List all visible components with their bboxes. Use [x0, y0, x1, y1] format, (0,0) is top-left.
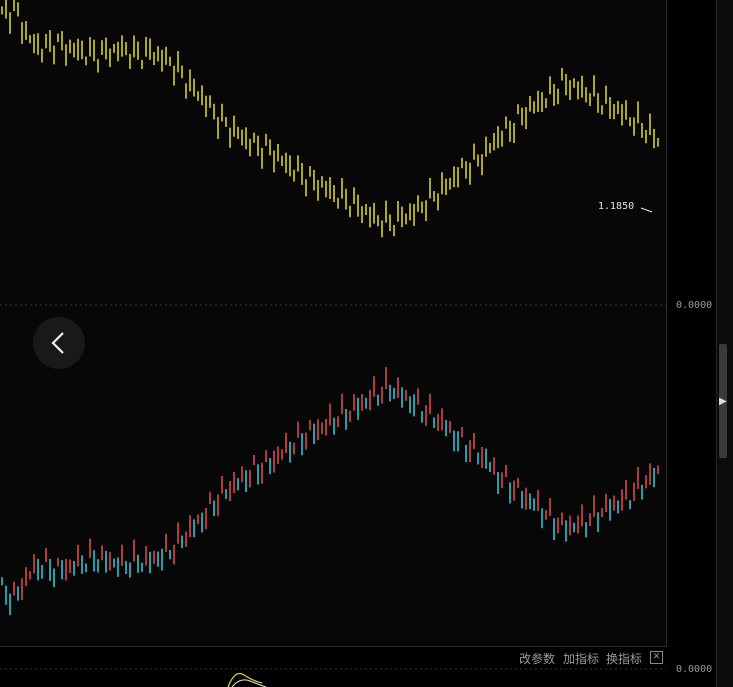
- last-value-marker: [640, 207, 653, 213]
- add-indicator-button[interactable]: 加指标: [563, 650, 599, 667]
- y-axis-zero-label: 0.0000: [676, 300, 713, 311]
- chart-area[interactable]: [0, 0, 667, 647]
- chevron-left-icon: [51, 332, 64, 354]
- back-button[interactable]: [33, 317, 85, 369]
- sub-chart-canvas: [0, 668, 666, 687]
- last-value-label: 1.1850: [598, 201, 635, 212]
- close-indicator-button[interactable]: ✕: [650, 651, 663, 664]
- modify-params-button[interactable]: 改参数: [519, 650, 555, 667]
- switch-indicator-button[interactable]: 换指标: [606, 650, 642, 667]
- chart-canvas: [0, 0, 666, 616]
- sub-y-axis-zero-label: 0.0000: [676, 664, 713, 675]
- indicator-toolbar: 改参数 加指标 换指标 ✕: [0, 646, 666, 668]
- caret-right-icon[interactable]: ▶: [719, 395, 729, 409]
